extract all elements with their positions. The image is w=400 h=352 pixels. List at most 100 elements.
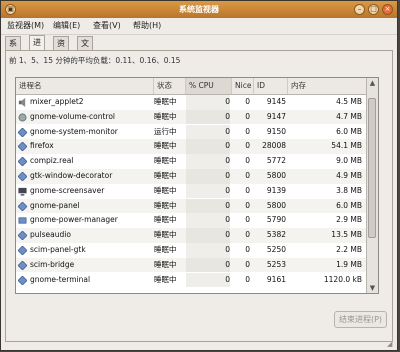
process-status: 睡眠中	[154, 230, 177, 240]
menu-view[interactable]: 查看(V)	[91, 20, 123, 32]
process-cpu: 0	[186, 243, 230, 258]
table-row[interactable]: gnome-panel 睡眠中 0 0 5800 6.0 MB	[16, 198, 368, 214]
diamond-icon	[17, 127, 28, 138]
process-memory: 9.0 MB	[336, 156, 362, 166]
table-row[interactable]: gnome-screensaver 睡眠中 0 0 9139 3.8 MB	[16, 183, 368, 199]
table-row[interactable]: scim-panel-gtk 睡眠中 0 0 5250 2.2 MB	[16, 243, 368, 258]
table-row[interactable]: gnome-terminal 睡眠中 0 0 9161 1120.0 kB	[16, 272, 368, 288]
process-nice: 0	[245, 200, 250, 210]
process-id: 9161	[266, 274, 286, 284]
process-cpu: 0	[186, 154, 230, 169]
resize-grip-icon[interactable]: ◢	[387, 340, 395, 348]
process-memory: 6.0 MB	[336, 200, 362, 210]
scrollbar-thumb[interactable]	[368, 98, 376, 238]
column-status[interactable]: 状态	[154, 78, 186, 94]
scroll-down-icon[interactable]: ▼	[367, 283, 378, 293]
process-status: 睡眠中	[154, 259, 177, 269]
column-memory[interactable]: 内存	[288, 78, 368, 94]
end-process-button[interactable]: 结束进程(P)	[334, 311, 387, 328]
menu-bar: 监视器(M) 编辑(E) 查看(V) 帮助(H)	[1, 18, 397, 35]
process-id: 5250	[266, 245, 286, 254]
process-name: gnome-system-monitor	[30, 126, 118, 136]
process-status: 睡眠中	[154, 274, 177, 284]
process-nice: 0	[245, 274, 250, 284]
table-row[interactable]: mixer_applet2 睡眠中 0 0 9145 4.5 MB	[16, 95, 368, 110]
process-nice: 0	[245, 156, 250, 166]
process-memory: 1120.0 kB	[323, 274, 362, 284]
process-name: mixer_applet2	[30, 97, 84, 106]
table-row[interactable]: firefox 睡眠中 0 0 28008 54.1 MB	[16, 139, 368, 154]
process-id: 5382	[266, 230, 286, 240]
column-cpu[interactable]: % CPU	[186, 78, 232, 94]
table-row[interactable]: compiz.real 睡眠中 0 0 5772 9.0 MB	[16, 154, 368, 169]
process-name: gnome-panel	[30, 200, 80, 210]
process-cpu: 0	[186, 183, 230, 199]
process-id: 5800	[266, 171, 286, 180]
table-row[interactable]: scim-bridge 睡眠中 0 0 5253 1.9 MB	[16, 257, 368, 273]
speaker-icon	[18, 98, 27, 107]
process-name: gnome-terminal	[30, 274, 91, 284]
process-name: pulseaudio	[30, 230, 71, 240]
process-cpu: 0	[186, 198, 230, 214]
process-name: scim-bridge	[30, 259, 75, 269]
process-nice: 0	[245, 245, 250, 254]
table-row[interactable]: pulseaudio 睡眠中 0 0 5382 13.5 MB	[16, 228, 368, 243]
close-button[interactable]: ×	[382, 4, 393, 15]
process-id: 5800	[266, 200, 286, 210]
process-name: firefox	[30, 141, 54, 151]
table-row[interactable]: gnome-power-manager 睡眠中 0 0 5790 2.9 MB	[16, 213, 368, 228]
process-cpu: 0	[186, 257, 230, 273]
menu-help[interactable]: 帮助(H)	[131, 20, 163, 32]
tab-resources[interactable]: 资源	[53, 36, 69, 61]
process-name: gnome-screensaver	[30, 185, 105, 195]
process-memory: 2.9 MB	[336, 215, 362, 225]
process-status: 睡眠中	[154, 245, 177, 254]
power-icon	[18, 216, 27, 225]
table-row[interactable]: gtk-window-decorator 睡眠中 0 0 5800 4.9 MB	[16, 169, 368, 184]
process-nice: 0	[245, 111, 250, 121]
process-id: 9150	[266, 126, 286, 136]
window-title: 系统监视器	[179, 5, 219, 14]
diamond-icon	[17, 245, 28, 256]
process-status: 睡眠中	[154, 171, 177, 180]
process-status: 睡眠中	[154, 215, 177, 225]
diamond-icon	[17, 141, 28, 152]
process-nice: 0	[245, 185, 250, 195]
process-table: 进程名 状态 % CPU Nice ID 内存 mixer_applet2 睡眠中…	[15, 77, 379, 294]
tab-processes[interactable]: 进程	[29, 35, 45, 60]
process-status: 睡眠中	[154, 141, 177, 151]
diamond-icon	[17, 156, 28, 167]
scroll-up-icon[interactable]: ▲	[367, 78, 378, 88]
process-nice: 0	[245, 230, 250, 240]
process-name: compiz.real	[30, 156, 74, 166]
process-cpu: 0	[186, 139, 230, 154]
process-status: 睡眠中	[154, 111, 177, 121]
diamond-icon	[17, 275, 28, 286]
column-nice[interactable]: Nice	[232, 78, 254, 94]
table-row[interactable]: gnome-system-monitor 运行中 0 0 9150 6.0 MB	[16, 124, 368, 140]
diamond-icon	[17, 171, 28, 182]
maximize-button[interactable]: □	[368, 4, 379, 15]
process-cpu: 0	[186, 213, 230, 228]
volume-icon	[18, 113, 27, 122]
process-id: 5772	[266, 156, 286, 166]
menu-monitor[interactable]: 监视器(M)	[5, 20, 46, 32]
process-memory: 6.0 MB	[336, 126, 362, 136]
table-row[interactable]: gnome-volume-control 睡眠中 0 0 9147 4.7 MB	[16, 109, 368, 125]
column-id[interactable]: ID	[254, 78, 288, 94]
process-memory: 3.8 MB	[336, 185, 362, 195]
tab-filesystems[interactable]: 文件系统	[77, 36, 93, 87]
minimize-button[interactable]: –	[354, 4, 365, 15]
process-id: 9139	[266, 185, 286, 195]
diamond-icon	[17, 260, 28, 271]
menu-edit[interactable]: 编辑(E)	[51, 20, 82, 32]
tab-system[interactable]: 系统	[5, 36, 21, 61]
monitor-icon	[18, 187, 27, 196]
column-process-name[interactable]: 进程名	[16, 78, 154, 94]
process-name: gnome-volume-control	[30, 111, 116, 121]
title-bar[interactable]: ▣ 系统监视器 – □ ×	[1, 1, 397, 18]
process-cpu: 0	[186, 95, 230, 110]
vertical-scrollbar[interactable]: ▲ ▼	[366, 78, 378, 293]
process-id: 5790	[266, 215, 286, 225]
process-status: 睡眠中	[154, 156, 177, 166]
